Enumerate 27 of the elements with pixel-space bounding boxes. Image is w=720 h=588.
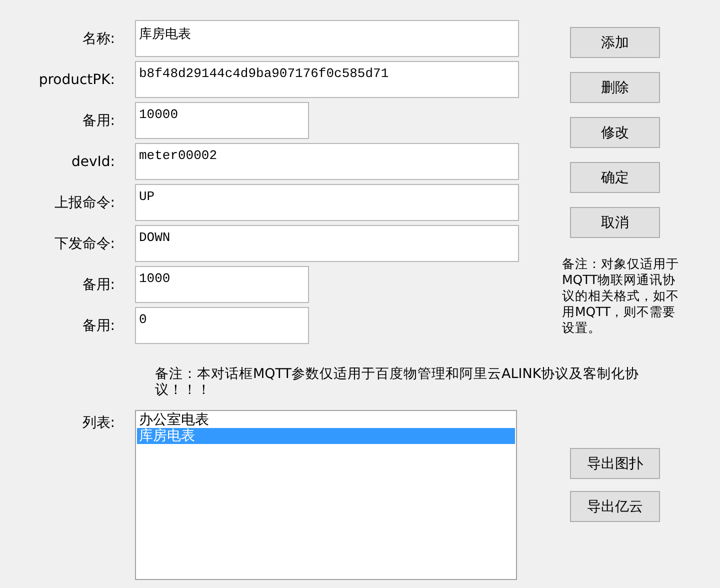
list-label: 列表: <box>81 414 116 432</box>
input-field[interactable]: meter00002 <box>135 143 519 180</box>
input-field[interactable]: b8f48d29144c4d9ba907176f0c585d71 <box>135 61 519 98</box>
field-label: 名称: <box>81 30 116 48</box>
export-button[interactable]: 导出亿云 <box>570 491 660 522</box>
action-button[interactable]: 添加 <box>570 27 660 58</box>
list-item[interactable]: 办公室电表 <box>137 412 515 428</box>
action-button[interactable]: 修改 <box>570 117 660 148</box>
action-button[interactable]: 确定 <box>570 162 660 193</box>
note-text: 备注：对象仅适用于MQTT物联网通讯协议的相关格式，如不用MQTT，则不需要设置。 <box>562 256 680 336</box>
input-field[interactable]: 0 <box>135 307 309 344</box>
field-label: 备用: <box>81 112 116 130</box>
input-field[interactable]: 10000 <box>135 102 309 139</box>
input-field[interactable]: DOWN <box>135 225 519 262</box>
field-label: productPK: <box>38 72 116 88</box>
field-label: devId: <box>70 154 116 170</box>
field-label: 备用: <box>81 276 116 294</box>
input-field[interactable]: 1000 <box>135 266 309 303</box>
field-label: 备用: <box>81 316 116 334</box>
input-field[interactable]: 库房电表 <box>135 20 519 57</box>
action-button[interactable]: 取消 <box>570 207 660 238</box>
field-label: 上报命令: <box>53 194 116 212</box>
input-field[interactable]: UP <box>135 184 519 221</box>
action-button[interactable]: 删除 <box>570 72 660 103</box>
note-text: 备注：本对话框MQTT参数仅适用于百度物管理和阿里云ALINK协议及客制化协议！！！ <box>155 366 640 398</box>
field-label: 下发命令: <box>53 234 116 252</box>
export-button[interactable]: 导出图扑 <box>570 448 660 479</box>
